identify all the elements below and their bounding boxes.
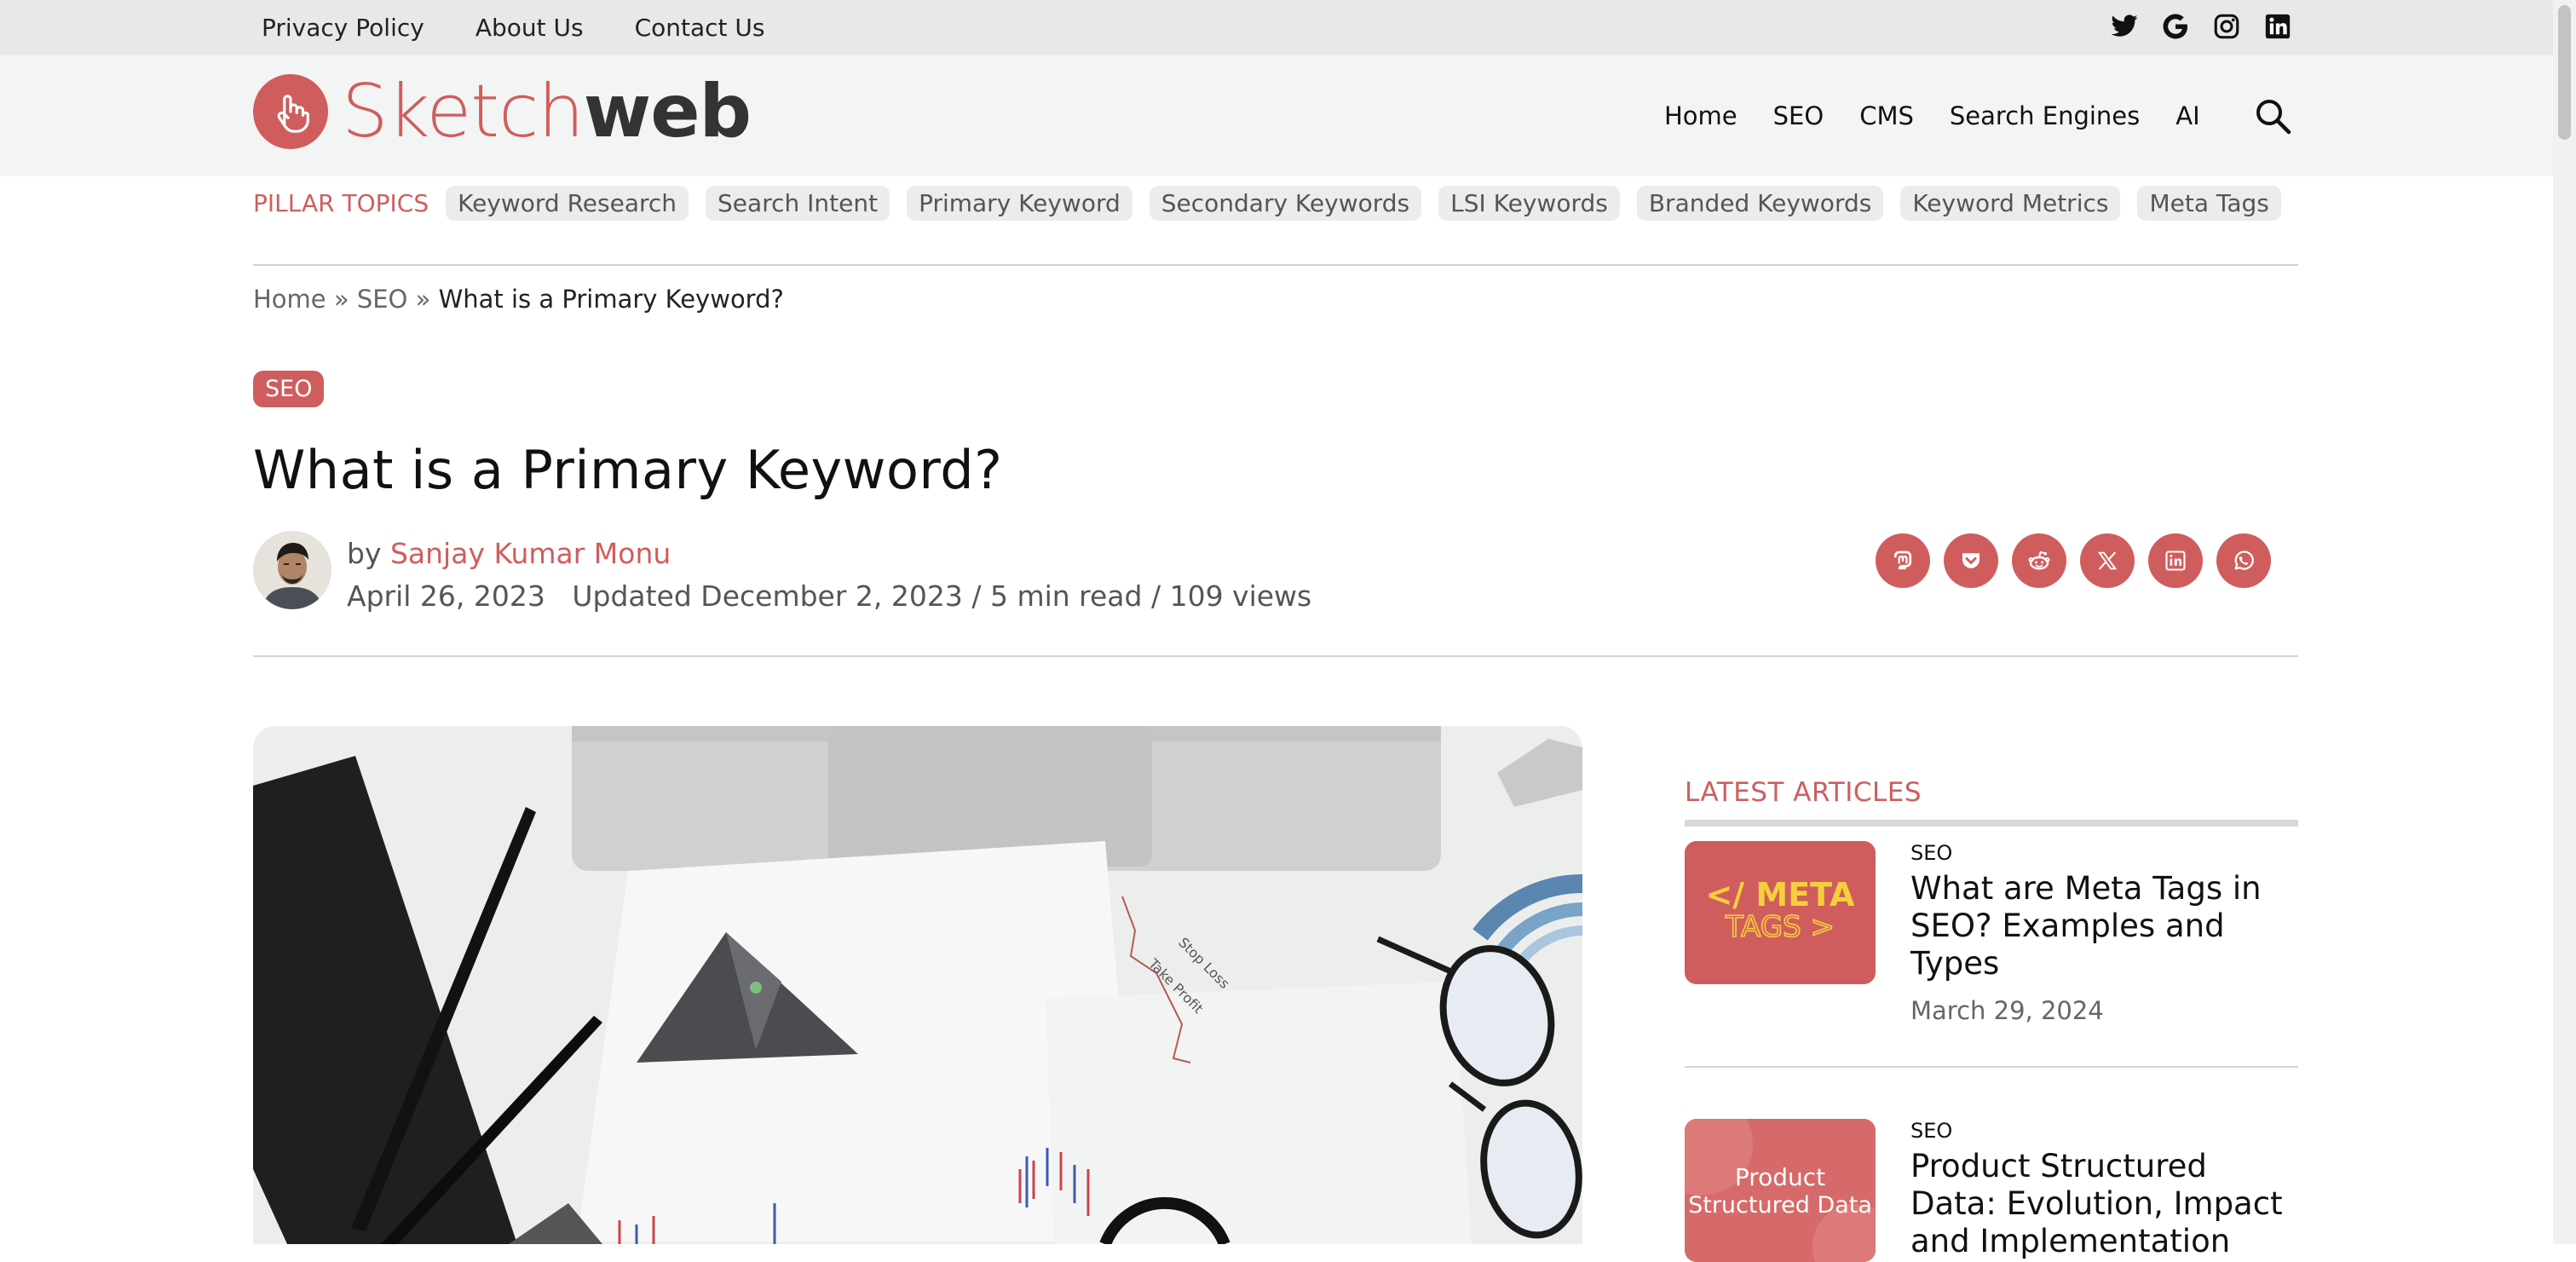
hero-illustration: Stop Loss Take Profit: [253, 726, 1582, 1244]
nav-cms[interactable]: CMS: [1859, 101, 1914, 130]
article-thumbnail[interactable]: </ META TAGS >: [1685, 841, 1876, 984]
heading-underline: [1685, 820, 2298, 827]
google-icon[interactable]: [2161, 12, 2190, 41]
author-avatar[interactable]: [253, 531, 331, 609]
twitter-icon[interactable]: [2110, 12, 2139, 41]
article-title-link[interactable]: Product Structured Data: Evolution, Impa…: [1910, 1148, 2298, 1260]
thumb-line-1: </ META: [1705, 876, 1855, 913]
topic-secondary-keywords[interactable]: Secondary Keywords: [1149, 186, 1422, 221]
category-badge[interactable]: SEO: [253, 371, 325, 407]
breadcrumb: Home » SEO » What is a Primary Keyword?: [253, 285, 784, 314]
article-title-link[interactable]: What are Meta Tags in SEO? Examples and …: [1910, 870, 2298, 983]
article-title: What is a Primary Keyword?: [253, 439, 1003, 501]
article-date: March 29, 2024: [1910, 996, 2104, 1025]
article-meta: April 26, 2023 Updated December 2, 2023 …: [347, 579, 1312, 613]
search-icon[interactable]: [2253, 96, 2292, 135]
article-category[interactable]: SEO: [1910, 1119, 1952, 1143]
logo-wordmark: Sketchweb: [342, 75, 752, 148]
contact-us-link[interactable]: Contact Us: [635, 14, 765, 42]
divider: [253, 655, 2298, 657]
linkedin-icon[interactable]: [2148, 533, 2203, 588]
top-utility-bar: Privacy Policy About Us Contact Us: [0, 0, 2553, 55]
instagram-icon[interactable]: [2212, 12, 2241, 41]
topic-keyword-metrics[interactable]: Keyword Metrics: [1900, 186, 2121, 221]
latest-articles-heading: LATEST ARTICLES: [1685, 777, 1922, 808]
whatsapp-icon[interactable]: [2216, 533, 2271, 588]
breadcrumb-separator: »: [326, 285, 357, 314]
site-logo[interactable]: Sketchweb: [253, 74, 752, 149]
scrollbar-thumb[interactable]: [2558, 5, 2571, 140]
article-hero-image: Stop Loss Take Profit: [253, 726, 1582, 1244]
topic-search-intent[interactable]: Search Intent: [706, 186, 890, 221]
byline-prefix: by: [347, 537, 390, 570]
breadcrumb-separator: »: [407, 285, 439, 314]
nav-home[interactable]: Home: [1664, 101, 1738, 130]
x-icon[interactable]: [2080, 533, 2135, 588]
site-header: Sketchweb Home SEO CMS Search Engines AI: [0, 55, 2553, 176]
thumb-line-1: Product: [1735, 1163, 1825, 1191]
main-nav: Home SEO CMS Search Engines AI: [1664, 55, 2200, 176]
topic-lsi-keywords[interactable]: LSI Keywords: [1438, 186, 1620, 221]
thumb-line-2: Structured Data: [1688, 1192, 1872, 1219]
divider: [253, 264, 2298, 266]
byline: by Sanjay Kumar Monu: [347, 537, 671, 570]
social-links: [2110, 12, 2292, 41]
article-thumbnail[interactable]: Product Structured Data: [1685, 1119, 1876, 1262]
share-buttons: [1876, 533, 2271, 588]
about-us-link[interactable]: About Us: [475, 14, 584, 42]
mastodon-icon[interactable]: [1876, 533, 1930, 588]
linkedin-icon[interactable]: [2263, 12, 2292, 41]
pocket-icon[interactable]: [1944, 533, 1998, 588]
utility-links: Privacy Policy About Us Contact Us: [262, 0, 765, 55]
topic-meta-tags[interactable]: Meta Tags: [2137, 186, 2281, 221]
breadcrumb-seo[interactable]: SEO: [357, 285, 408, 314]
author-link[interactable]: Sanjay Kumar Monu: [390, 537, 671, 570]
breadcrumb-home[interactable]: Home: [253, 285, 326, 314]
hand-pointer-icon: [253, 74, 328, 149]
reddit-icon[interactable]: [2012, 533, 2066, 588]
pillar-topics-label: PILLAR TOPICS: [253, 189, 429, 217]
nav-ai[interactable]: AI: [2175, 101, 2199, 130]
divider: [1685, 1066, 2298, 1068]
nav-seo[interactable]: SEO: [1773, 101, 1824, 130]
topic-keyword-research[interactable]: Keyword Research: [446, 186, 689, 221]
breadcrumb-current: What is a Primary Keyword?: [438, 285, 784, 314]
logo-part-sketch: Sketch: [342, 69, 585, 154]
thumb-line-2: TAGS >: [1725, 910, 1835, 944]
nav-search-engines[interactable]: Search Engines: [1950, 101, 2140, 130]
article-category[interactable]: SEO: [1910, 841, 1952, 865]
topic-primary-keyword[interactable]: Primary Keyword: [907, 186, 1132, 221]
logo-part-web: web: [583, 69, 752, 154]
privacy-policy-link[interactable]: Privacy Policy: [262, 14, 424, 42]
page-scrollbar[interactable]: [2553, 0, 2576, 1244]
topic-branded-keywords[interactable]: Branded Keywords: [1636, 186, 1884, 221]
pillar-topics: PILLAR TOPICS Keyword Research Search In…: [253, 186, 2281, 221]
